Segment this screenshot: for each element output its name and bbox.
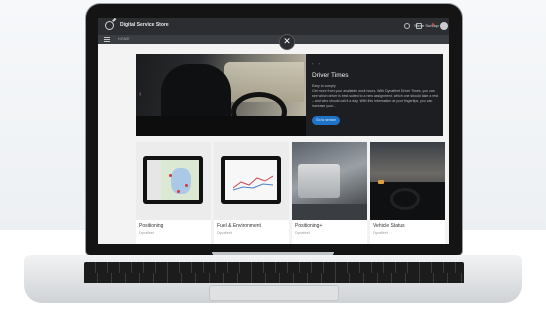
- service-card-positioning[interactable]: Positioning Dynafleet: [136, 142, 211, 244]
- sub-navigation: HOME: [98, 35, 449, 44]
- volvo-logo-icon[interactable]: [105, 21, 114, 30]
- card-title: Vehicle Status: [373, 223, 405, 229]
- hero-image: ‹: [136, 54, 306, 136]
- tablet-image: [221, 156, 281, 204]
- card-image: [136, 142, 211, 220]
- carousel-arrows[interactable]: ‹ ›: [312, 61, 320, 66]
- trackpad: [209, 285, 339, 301]
- card-title: Positioning+: [295, 223, 323, 229]
- hero-carousel: ‹ ‹ › Driver Times Easy to comply Get mo…: [136, 54, 443, 136]
- app-header: Digital Service Store ● Steve Sundqv: [98, 18, 449, 35]
- keyboard-row: [84, 273, 464, 283]
- steering-wheel-image: [390, 188, 420, 210]
- card-subtitle: Dynafleet: [373, 231, 388, 235]
- service-card-fuel-environment[interactable]: Fuel & Environment Dynafleet: [214, 142, 289, 244]
- truck-image: [298, 164, 340, 198]
- app-title: Digital Service Store: [120, 22, 169, 28]
- card-subtitle: Dynafleet: [139, 231, 154, 235]
- hamburger-menu-icon[interactable]: [104, 37, 110, 42]
- go-to-service-button[interactable]: Go to service: [312, 116, 340, 125]
- help-icon[interactable]: [404, 23, 410, 29]
- card-image: [214, 142, 289, 220]
- card-subtitle: Dynafleet: [217, 231, 232, 235]
- card-title: Positioning: [139, 223, 164, 229]
- tablet-image: [143, 156, 203, 204]
- user-name[interactable]: Steve Sundqv: [414, 23, 439, 28]
- card-image: [370, 142, 445, 220]
- avatar[interactable]: [440, 22, 448, 30]
- laptop-base: [24, 255, 522, 303]
- map-pin-icon: [177, 190, 180, 193]
- card-title: Fuel & Environment: [217, 223, 261, 229]
- breadcrumb[interactable]: HOME: [118, 37, 130, 41]
- map-pin-icon: [169, 174, 172, 177]
- service-card-vehicle-status[interactable]: Vehicle Status Dynafleet: [370, 142, 445, 244]
- map-pin-icon: [185, 184, 188, 187]
- hero-description: Easy to comply Get more from your availa…: [312, 84, 439, 108]
- hero-title: Driver Times: [312, 72, 349, 79]
- hero-text-panel: ‹ › Driver Times Easy to comply Get more…: [312, 54, 443, 136]
- laptop-screen: Digital Service Store ● Steve Sundqv HOM…: [98, 18, 449, 244]
- close-icon[interactable]: ✕: [280, 35, 294, 49]
- carousel-dots[interactable]: [211, 129, 223, 136]
- carousel-prev-icon[interactable]: ‹: [139, 91, 141, 98]
- card-subtitle: Dynafleet: [295, 231, 310, 235]
- service-card-positioning-plus[interactable]: Positioning+ Dynafleet: [292, 142, 367, 244]
- card-image: [292, 142, 367, 220]
- chart-graphic: [233, 175, 273, 191]
